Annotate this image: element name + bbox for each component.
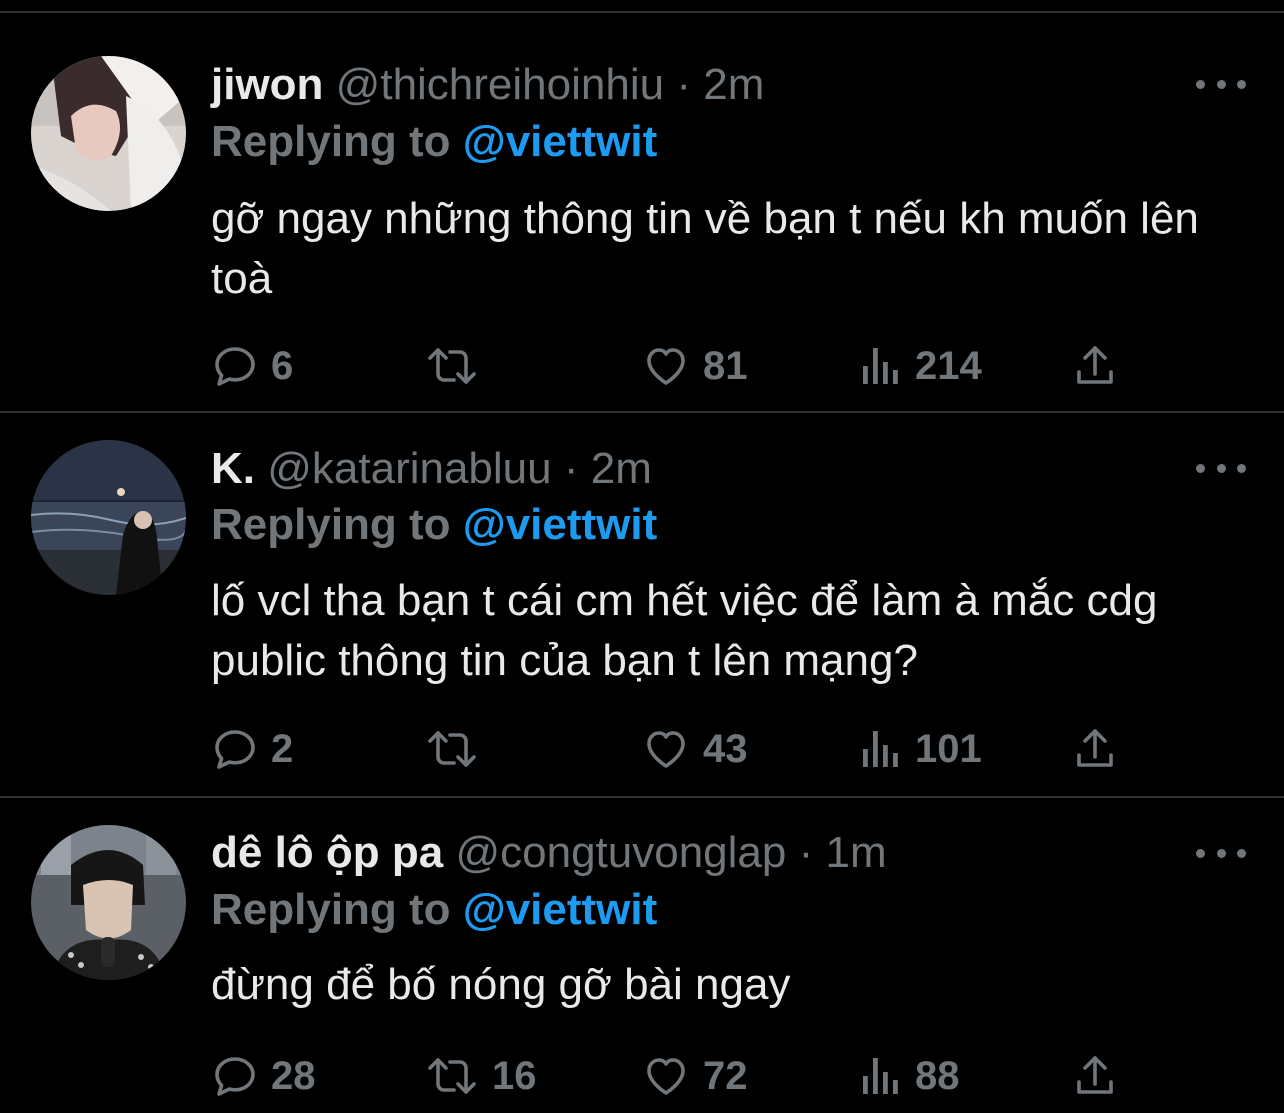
like-count: 72 xyxy=(703,1053,748,1098)
reply-count: 6 xyxy=(271,343,294,388)
display-name[interactable]: K. xyxy=(211,444,255,493)
reply-button[interactable]: 28 xyxy=(211,1051,316,1101)
replying-to-label: Replying to xyxy=(211,500,451,549)
display-name[interactable]: jiwon xyxy=(211,60,323,109)
replying-to: Replying to @viettwit xyxy=(211,882,657,938)
replying-to-label: Replying to xyxy=(211,885,451,934)
share-button[interactable] xyxy=(1071,341,1119,391)
retweet-count: 16 xyxy=(492,1053,537,1098)
separator-dot: · xyxy=(676,60,691,109)
heart-icon xyxy=(647,731,685,768)
share-button[interactable] xyxy=(1071,724,1119,774)
views-button[interactable]: 214 xyxy=(859,341,982,391)
user-handle[interactable]: @katarinabluu xyxy=(267,444,551,493)
retweet-icon xyxy=(428,348,476,384)
more-icon xyxy=(1196,79,1205,89)
like-button[interactable]: 72 xyxy=(641,1051,748,1101)
reply-icon xyxy=(215,1057,255,1096)
more-icon xyxy=(1237,463,1246,473)
like-button[interactable]: 81 xyxy=(641,341,748,391)
replying-to: Replying to @viettwit xyxy=(211,114,657,170)
retweet-button[interactable] xyxy=(424,341,492,391)
tweet-header: dê lô ộp pa @congtuvonglap · 1m xyxy=(211,824,887,882)
views-button[interactable]: 88 xyxy=(859,1051,960,1101)
timestamp[interactable]: 1m xyxy=(826,828,887,877)
timestamp[interactable]: 2m xyxy=(703,60,764,109)
user-handle[interactable]: @congtuvonglap xyxy=(455,828,786,877)
more-icon xyxy=(1196,848,1205,858)
view-count: 88 xyxy=(915,1053,960,1098)
more-options-button[interactable] xyxy=(1196,838,1246,868)
tweet-actions: 6 81 214 xyxy=(211,341,1131,391)
reply-icon xyxy=(215,730,255,769)
heart-icon xyxy=(647,348,685,385)
reply-count: 2 xyxy=(271,726,294,771)
avatar[interactable] xyxy=(31,440,186,595)
share-icon xyxy=(1077,1056,1113,1094)
view-count: 101 xyxy=(915,726,982,771)
timestamp[interactable]: 2m xyxy=(591,444,652,493)
display-name[interactable]: dê lô ộp pa xyxy=(211,828,443,877)
separator-dot: · xyxy=(563,444,579,493)
tweet-reply[interactable]: dê lô ộp pa @congtuvonglap · 1m Replying… xyxy=(0,798,1284,1113)
tweet-text: gỡ ngay những thông tin về bạn t nếu kh … xyxy=(211,194,1199,303)
replying-to: Replying to @viettwit xyxy=(211,497,657,553)
replying-to-handle[interactable]: @viettwit xyxy=(463,500,657,549)
like-button[interactable]: 43 xyxy=(641,724,748,774)
tweet-header: K. @katarinabluu · 2m xyxy=(211,440,652,498)
more-icon xyxy=(1237,79,1246,89)
retweet-icon xyxy=(428,1058,476,1094)
more-icon xyxy=(1237,848,1246,858)
views-icon xyxy=(863,731,898,767)
tweet-reply[interactable]: K. @katarinabluu · 2m Replying to @viett… xyxy=(0,413,1284,798)
reply-count: 28 xyxy=(271,1053,316,1098)
share-icon xyxy=(1077,346,1113,384)
share-icon xyxy=(1077,729,1113,767)
replying-to-label: Replying to xyxy=(211,117,451,166)
replying-to-handle[interactable]: @viettwit xyxy=(463,117,657,166)
user-handle[interactable]: @thichreihoinhiu xyxy=(336,60,664,109)
more-icon xyxy=(1216,79,1226,89)
more-icon xyxy=(1196,463,1205,473)
more-options-button[interactable] xyxy=(1196,453,1246,483)
avatar[interactable] xyxy=(31,825,186,980)
retweet-button[interactable]: 16 xyxy=(424,1051,537,1101)
more-options-button[interactable] xyxy=(1196,69,1246,99)
like-count: 81 xyxy=(703,343,748,388)
tweet-actions: 2 43 101 xyxy=(211,724,1131,774)
reply-button[interactable]: 2 xyxy=(211,724,293,774)
tweet-text: đừng để bố nóng gỡ bài ngay xyxy=(211,960,791,1009)
reply-icon xyxy=(215,347,255,386)
views-icon xyxy=(863,348,898,384)
views-button[interactable]: 101 xyxy=(859,724,982,774)
tweet-header: jiwon @thichreihoinhiu · 2m xyxy=(211,56,764,114)
heart-icon xyxy=(647,1058,685,1095)
more-icon xyxy=(1216,848,1226,858)
view-count: 214 xyxy=(915,343,982,388)
share-button[interactable] xyxy=(1071,1051,1119,1101)
replying-to-handle[interactable]: @viettwit xyxy=(463,885,657,934)
tweet-actions: 28 16 72 88 xyxy=(211,1051,1131,1101)
like-count: 43 xyxy=(703,726,748,771)
avatar[interactable] xyxy=(31,56,186,211)
tweet-reply[interactable]: jiwon @thichreihoinhiu · 2m Replying to … xyxy=(0,13,1284,413)
retweet-icon xyxy=(428,731,476,767)
tweet-text: lố vcl tha bạn t cái cm hết việc để làm … xyxy=(211,576,1158,685)
views-icon xyxy=(863,1058,898,1094)
reply-button[interactable]: 6 xyxy=(211,341,293,391)
retweet-button[interactable] xyxy=(424,724,492,774)
more-icon xyxy=(1216,463,1226,473)
separator-dot: · xyxy=(798,828,814,877)
